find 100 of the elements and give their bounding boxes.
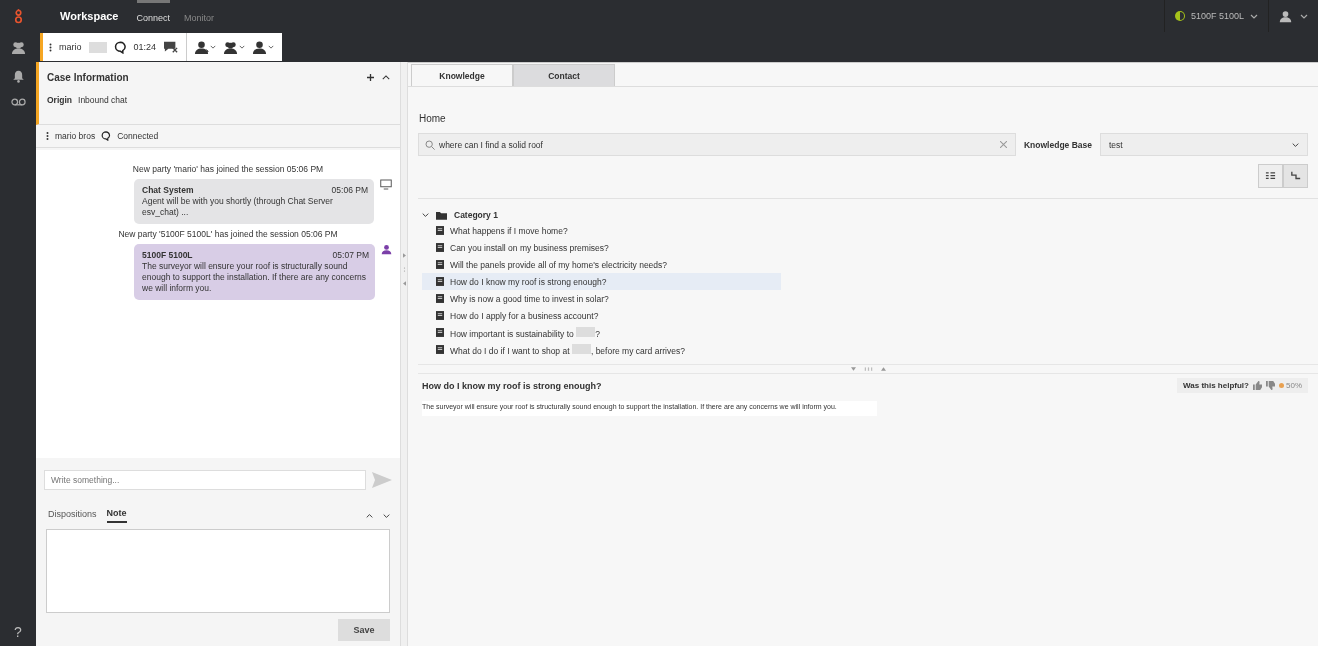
bell-icon[interactable] xyxy=(11,69,25,84)
app-title: Workspace xyxy=(60,10,119,22)
search-field[interactable]: where can I find a solid roof xyxy=(418,133,1016,156)
article-title: Will the panels provide all of my home's electricity needs? xyxy=(450,259,668,270)
logo-icon[interactable] xyxy=(12,8,24,24)
document-icon xyxy=(436,226,444,235)
folder-icon xyxy=(436,210,447,220)
arrow-up-icon[interactable] xyxy=(880,367,886,371)
consult-button[interactable] xyxy=(252,39,275,55)
monitor-icon xyxy=(380,179,392,190)
knowledge-base-select[interactable]: test xyxy=(1100,133,1308,156)
expand-down-icon[interactable] xyxy=(383,512,390,519)
caret-icon xyxy=(1250,12,1258,20)
message-input[interactable]: Write something... xyxy=(44,470,366,490)
article-item[interactable]: How important is sustainability to ? xyxy=(422,324,781,341)
panel-tab[interactable]: Contact xyxy=(513,64,615,86)
message-time: 05:06 PM xyxy=(331,185,368,197)
panel-tab[interactable]: Knowledge xyxy=(411,64,513,86)
document-icon xyxy=(436,311,444,320)
hierarchy-view-button[interactable] xyxy=(1283,164,1308,188)
article-title: How do I apply for a business account? xyxy=(450,310,599,321)
hierarchy-icon xyxy=(1290,171,1301,181)
caret-icon xyxy=(239,44,246,50)
redaction-block xyxy=(88,41,107,53)
thumbs-up-icon[interactable] xyxy=(1253,381,1262,390)
document-icon xyxy=(436,345,444,354)
system-notice: New party '5100F 5100L' has joined the session 05:06 PM xyxy=(117,229,339,240)
caret-icon xyxy=(210,44,217,50)
redaction-block xyxy=(571,343,591,354)
document-icon xyxy=(436,277,444,286)
more-icon[interactable] xyxy=(46,131,49,141)
article-title: Why is now a good time to invest in solar? xyxy=(450,293,609,304)
voicemail-icon[interactable] xyxy=(10,98,26,106)
save-button[interactable]: Save xyxy=(338,619,390,641)
article-item[interactable]: Why is now a good time to invest in solar? xyxy=(422,290,781,307)
agent-icon xyxy=(1279,9,1292,23)
chevron-down-icon xyxy=(1292,141,1299,148)
caret-icon xyxy=(268,44,275,50)
chat-timer: 01:24 xyxy=(133,42,157,52)
transfer-button[interactable] xyxy=(194,39,217,55)
article-item[interactable]: What do I do if I want to shop at , before my card arrives? xyxy=(422,341,781,358)
article-title: What happens if I move home? xyxy=(450,225,568,236)
document-icon xyxy=(436,243,444,252)
message-sender: Chat System xyxy=(142,185,195,197)
help-button[interactable]: ? xyxy=(14,624,22,640)
collapse-icon[interactable] xyxy=(382,74,390,81)
article-item[interactable]: Will the panels provide all of my home's electricity needs? xyxy=(422,256,781,273)
article-item[interactable]: How do I know my roof is strong enough? xyxy=(422,273,781,290)
field-value: Inbound chat xyxy=(78,95,128,105)
expand-up-icon[interactable] xyxy=(366,512,373,519)
chat-icon xyxy=(113,40,127,54)
conference-button[interactable] xyxy=(223,39,246,55)
document-icon xyxy=(436,328,444,337)
field-label: Knowledge Base xyxy=(1023,139,1092,150)
consult-icon xyxy=(252,39,268,55)
article-title: ? xyxy=(595,328,600,339)
chevron-down-icon[interactable] xyxy=(422,212,429,218)
article-item[interactable]: Can you install on my business premises? xyxy=(422,239,781,256)
article-heading: How do I know my roof is strong enough? xyxy=(422,380,603,391)
end-chat-icon[interactable] xyxy=(163,40,180,54)
article-title: How important is sustainability to xyxy=(450,328,575,339)
add-icon[interactable] xyxy=(367,74,374,81)
party-name: mario bros xyxy=(55,131,96,141)
thumbs-down-icon[interactable] xyxy=(1266,381,1275,390)
article-item[interactable]: How do I apply for a business account? xyxy=(422,307,781,324)
chat-icon xyxy=(101,131,112,141)
article-title: What do I do if I want to shop at xyxy=(450,345,571,356)
breadcrumb: Home xyxy=(419,113,447,124)
system-notice: New party 'mario' has joined the session 05:06 PM xyxy=(131,164,325,174)
document-icon xyxy=(436,294,444,303)
message-sender: 5100F 5100L xyxy=(142,250,194,262)
search-icon xyxy=(425,139,435,150)
article-item[interactable]: What happens if I move home? xyxy=(422,222,781,239)
agent-name: 5100F 5100L xyxy=(1190,11,1244,21)
team-icon[interactable] xyxy=(10,40,26,55)
article-title: Can you install on my business premises? xyxy=(450,242,609,253)
redaction-block xyxy=(576,326,596,337)
contact-name: mario xyxy=(59,42,82,52)
panel-tab[interactable]: Note xyxy=(106,508,127,523)
transfer-icon xyxy=(194,39,210,55)
rating-percent: 50% xyxy=(1286,381,1302,390)
arrow-down-icon[interactable] xyxy=(850,367,856,371)
conference-icon xyxy=(223,39,239,55)
caret-icon xyxy=(1300,12,1308,20)
article-title: How do I know my roof is strong enough? xyxy=(450,276,607,287)
more-icon[interactable] xyxy=(49,41,52,53)
field-label: Origin xyxy=(47,95,73,105)
panel-tab[interactable]: Dispositions xyxy=(48,509,97,522)
nav-tab[interactable]: Monitor xyxy=(184,0,215,32)
agent-icon xyxy=(381,244,392,256)
party-status: Connected xyxy=(117,131,159,141)
message-text: Agent will be with you shortly (through Chat Server esv_chat) ... xyxy=(142,196,334,219)
document-icon xyxy=(436,260,444,269)
panel-title: Case Information xyxy=(47,72,130,83)
article-title: , before my card arrives? xyxy=(590,345,685,356)
note-field[interactable] xyxy=(46,529,390,613)
tree-view-button[interactable] xyxy=(1258,164,1283,188)
category-name[interactable]: Category 1 xyxy=(454,210,498,220)
tree-view-icon xyxy=(1265,170,1276,182)
rating-dot-icon xyxy=(1279,383,1284,388)
